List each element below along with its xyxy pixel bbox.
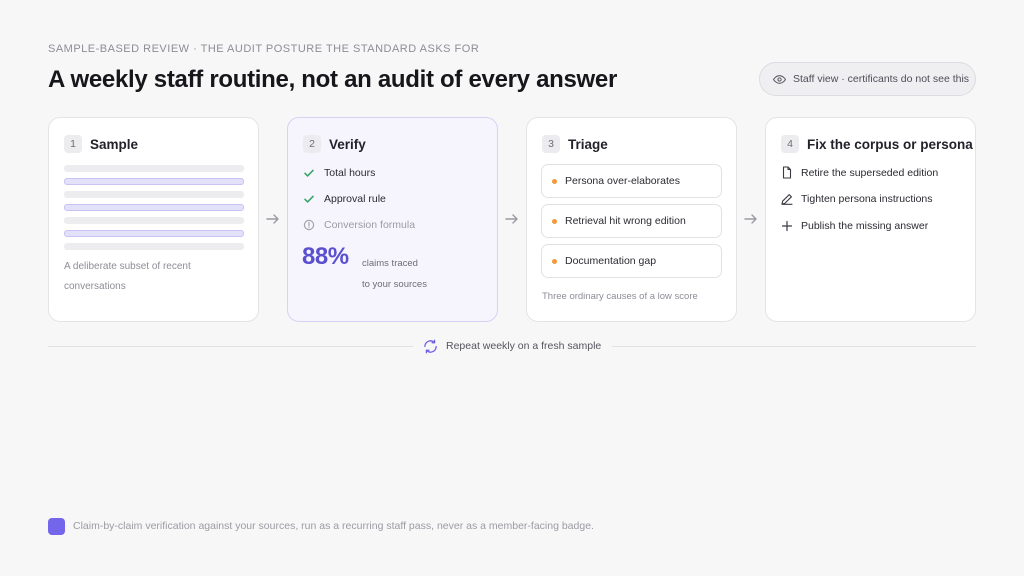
legend-swatch (48, 518, 65, 535)
fix-action: Tighten persona instructions (781, 193, 933, 205)
stat-label: claims traced (362, 258, 418, 269)
check-icon (304, 169, 314, 177)
fix-action: Retire the superseded edition (781, 166, 938, 179)
step-card-verify: 2 Verify Total hours Approval rule Conve… (287, 117, 498, 322)
step-card-sample: 1 Sample A deliberate subset of recent c… (48, 117, 259, 322)
pending-claim: Conversion formula (303, 219, 415, 231)
eye-icon (773, 74, 786, 84)
claims-traced-stat: 88% (302, 243, 349, 270)
step-title: Fix the corpus or persona (807, 136, 973, 152)
info-circle-icon (303, 219, 315, 231)
low-score-cause: Retrieval hit wrong edition (541, 204, 722, 238)
step-card-fix: 4 Fix the corpus or persona Retire the s… (765, 117, 976, 322)
conversation-row (64, 217, 244, 224)
staff-view-label: Staff view · certificants do not see thi… (793, 73, 970, 85)
staff-view-badge[interactable]: Staff view · certificants do not see thi… (759, 62, 976, 96)
status-dot (552, 258, 557, 264)
conversation-row (64, 165, 244, 172)
step-title: Triage (568, 136, 608, 152)
sample-rows-illustration (64, 165, 244, 256)
step-number: 3 (542, 135, 560, 153)
pencil-icon (781, 194, 793, 205)
document-icon (782, 166, 792, 179)
step-title: Verify (329, 136, 366, 152)
step-title: Sample (90, 136, 139, 152)
arrow-right-icon (744, 214, 757, 224)
step-caption: Three ordinary causes of a low score (542, 291, 698, 302)
conversation-row-selected (64, 230, 244, 237)
low-score-cause: Persona over-elaborates (541, 164, 722, 198)
step-number: 4 (781, 135, 799, 153)
fix-action: Publish the missing answer (781, 220, 928, 232)
conversation-row-selected (64, 204, 244, 211)
check-icon (304, 195, 314, 203)
stat-label: to your sources (362, 279, 427, 290)
arrow-right-icon (505, 214, 518, 224)
step-number: 1 (64, 135, 82, 153)
conversation-row (64, 191, 244, 198)
status-dot (552, 178, 557, 184)
divider-left (48, 346, 413, 347)
status-dot (552, 218, 557, 224)
page-title: A weekly staff routine, not an audit of … (48, 66, 617, 93)
verified-claim: Approval rule (303, 193, 386, 205)
refresh-icon (424, 339, 437, 353)
conversation-row-selected (64, 178, 244, 185)
step-card-triage: 3 Triage Persona over-elaborates Retriev… (526, 117, 737, 322)
eyebrow-label: SAMPLE-BASED REVIEW · THE AUDIT POSTURE … (48, 43, 480, 55)
conversation-row (64, 243, 244, 250)
arrow-right-icon (266, 214, 279, 224)
plus-icon (781, 220, 793, 232)
repeat-cycle-label: Repeat weekly on a fresh sample (423, 337, 607, 355)
verified-claim: Total hours (303, 167, 375, 179)
step-caption: A deliberate subset of recent conversati… (64, 261, 191, 292)
low-score-cause: Documentation gap (541, 244, 722, 278)
divider-right (612, 346, 976, 347)
legend-text: Claim-by-claim verification against your… (73, 520, 594, 532)
step-number: 2 (303, 135, 321, 153)
